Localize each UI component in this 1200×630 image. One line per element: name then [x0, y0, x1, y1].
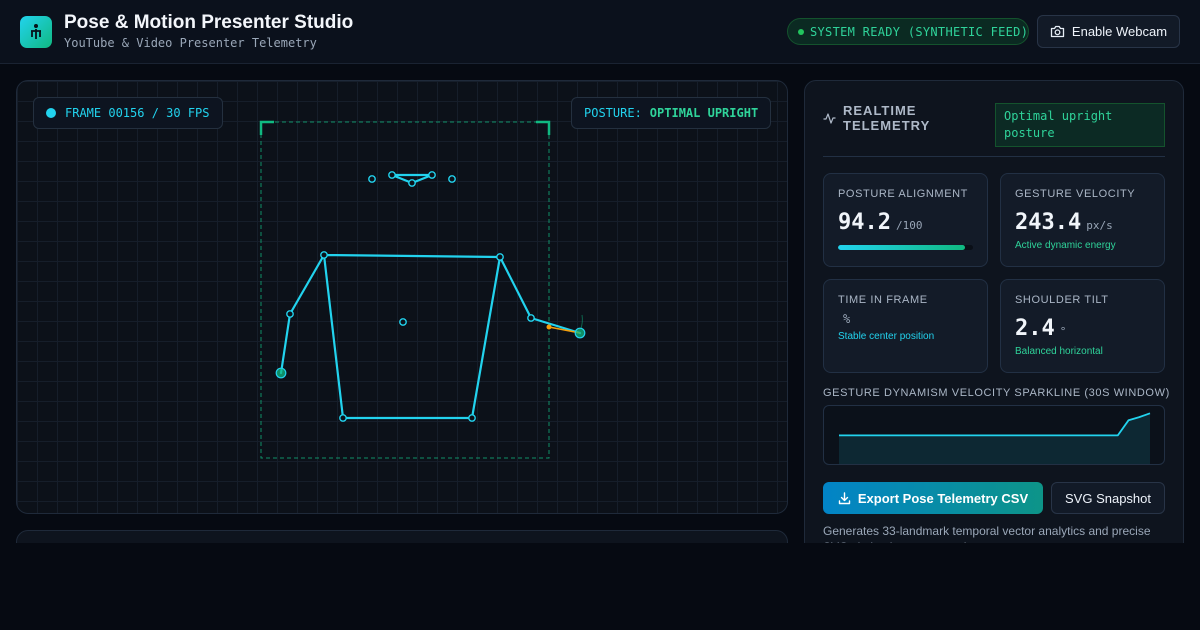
divider	[823, 156, 1165, 157]
recording-dot-icon	[46, 108, 56, 118]
pose-viewport[interactable]: FRAME 00156 / 30 FPS POSTURE: OPTIMAL UP…	[16, 80, 788, 514]
skeleton-joints	[286, 171, 535, 422]
enable-webcam-label: Enable Webcam	[1071, 24, 1168, 39]
app-subtitle: YouTube & Video Presenter Telemetry	[64, 36, 317, 50]
sparkline-label: GESTURE DYNAMISM VELOCITY SPARKLINE (30S…	[823, 387, 1170, 399]
posture-value: OPTIMAL UPRIGHT	[649, 106, 759, 120]
posture-status-tag: Optimal upright posture	[995, 103, 1165, 147]
card-note: Active dynamic energy	[1015, 240, 1116, 251]
velocity-sparkline	[823, 405, 1165, 465]
status-dot-icon	[798, 28, 804, 35]
motion-vector-origin	[546, 324, 552, 330]
shoulder-tilt-card: SHOULDER TILT 2.4 ° Balanced horizontal	[1000, 279, 1165, 373]
system-status-text: SYSTEM READY (SYNTHETIC FEED)	[810, 24, 1029, 39]
card-unit: px/s	[1086, 219, 1113, 232]
telemetry-title: REALTIME TELEMETRY	[843, 103, 931, 133]
skeleton-bones	[279, 173, 582, 420]
figure-icon	[20, 16, 52, 48]
frame-counter-badge: FRAME 00156 / 30 FPS	[33, 97, 223, 129]
motion-trail	[580, 314, 583, 330]
card-label: SHOULDER TILT	[1015, 294, 1109, 306]
joint-nose	[408, 179, 416, 187]
card-label: TIME IN FRAME	[838, 294, 928, 306]
card-value: 94.2	[838, 210, 891, 235]
svg-snapshot-button[interactable]: SVG Snapshot	[1051, 482, 1165, 514]
frame-counter-text: FRAME 00156 / 30 FPS	[65, 106, 210, 120]
time-in-frame-card: TIME IN FRAME % Stable center position	[823, 279, 988, 373]
telemetry-header: REALTIME TELEMETRY	[823, 103, 953, 133]
joint-shoulder-left	[320, 251, 328, 259]
joint-eye-left	[388, 171, 396, 179]
joint-hip-left	[339, 414, 347, 422]
posture-badge: POSTURE: OPTIMAL UPRIGHT	[571, 97, 771, 129]
enable-webcam-button[interactable]: Enable Webcam	[1037, 15, 1180, 48]
posture-alignment-card: POSTURE ALIGNMENT 94.2 /100	[823, 173, 988, 267]
app-title: Pose & Motion Presenter Studio	[64, 12, 354, 33]
joint-elbow-left	[286, 310, 294, 318]
joint-center	[399, 318, 407, 326]
card-unit: %	[843, 312, 851, 326]
sparkline-line	[839, 412, 1151, 437]
activity-icon	[823, 112, 836, 124]
gesture-velocity-card: GESTURE VELOCITY 243.4 px/s Active dynam…	[1000, 173, 1165, 267]
joint-wrist-right	[574, 327, 586, 339]
sparkline-area	[839, 413, 1150, 464]
telemetry-panel: REALTIME TELEMETRY Optimal upright postu…	[804, 80, 1184, 600]
joint-ear-right	[448, 175, 456, 183]
bbox-corner-tr	[536, 120, 551, 135]
card-label: GESTURE VELOCITY	[1015, 188, 1136, 200]
card-note: Stable center position	[838, 331, 935, 342]
export-csv-label: Export Pose Telemetry CSV	[857, 490, 1029, 506]
export-csv-button[interactable]: Export Pose Telemetry CSV	[823, 482, 1043, 514]
joint-wrist-left	[275, 367, 287, 379]
card-label: POSTURE ALIGNMENT	[838, 188, 968, 200]
posture-progress-fill	[838, 245, 966, 250]
download-icon	[838, 491, 851, 504]
page-bottom	[0, 543, 1200, 630]
system-status-badge: SYSTEM READY (SYNTHETIC FEED)	[787, 18, 1029, 45]
camera-icon	[1050, 25, 1065, 38]
joint-elbow-right	[527, 314, 535, 322]
card-note: Balanced horizontal	[1015, 346, 1103, 357]
joint-ear-left	[368, 175, 376, 183]
pose-skeleton	[259, 120, 586, 459]
bbox-corner-tl	[259, 120, 274, 135]
card-unit: °	[1059, 325, 1067, 338]
card-unit: /100	[895, 219, 923, 232]
posture-label: POSTURE:	[584, 106, 642, 120]
right-arm	[498, 255, 582, 335]
posture-progress-bar	[838, 245, 973, 250]
joint-shoulder-right	[496, 253, 504, 261]
app-header: Pose & Motion Presenter Studio YouTube &…	[0, 0, 1200, 64]
joint-hip-right	[468, 414, 476, 422]
card-value: 2.4	[1015, 316, 1055, 341]
card-value: 243.4	[1015, 210, 1082, 235]
joint-eye-right	[428, 171, 436, 179]
torso-outline	[322, 253, 502, 420]
